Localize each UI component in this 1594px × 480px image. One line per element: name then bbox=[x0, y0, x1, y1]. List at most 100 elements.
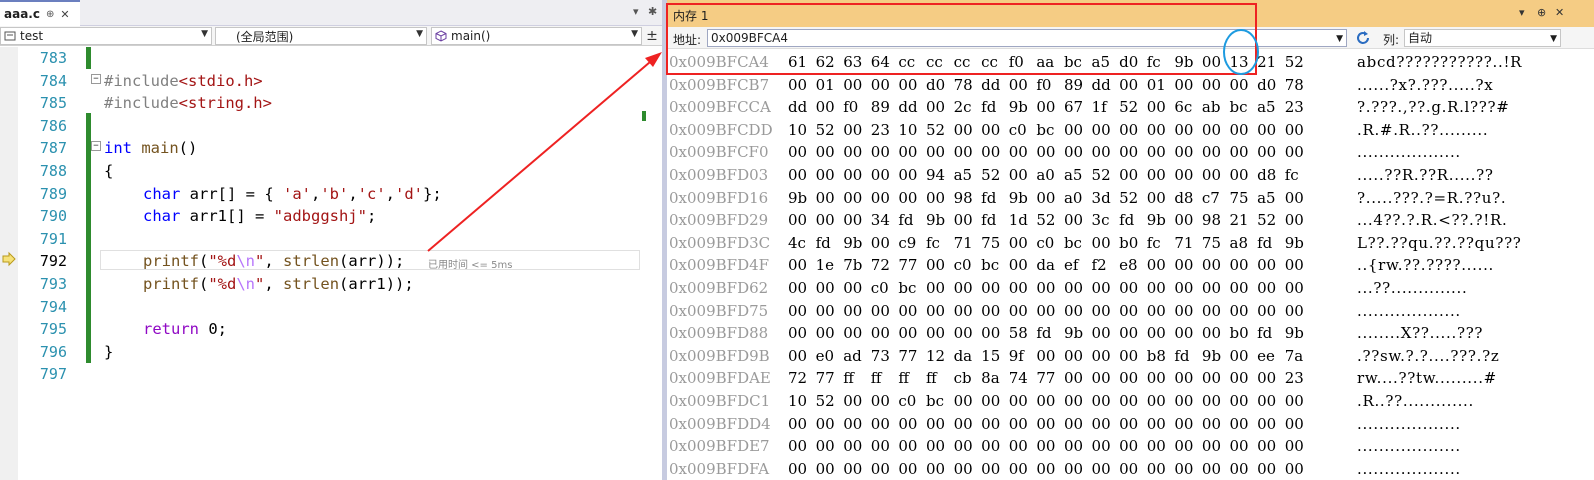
memory-byte[interactable]: 00 bbox=[1064, 279, 1092, 297]
memory-byte[interactable]: 9b bbox=[926, 211, 954, 229]
memory-byte[interactable]: 52 bbox=[1257, 211, 1285, 229]
memory-byte[interactable]: 00 bbox=[1174, 279, 1202, 297]
window-menu-dropdown-icon[interactable]: ▾ bbox=[1519, 6, 1525, 19]
memory-row[interactable]: 0x009BFD4F 00 1e 7b 72 77 00 c0 bc 00 da ef f2 e8 00 00… bbox=[667, 254, 1594, 277]
memory-byte[interactable]: 00 bbox=[1119, 76, 1147, 94]
memory-byte[interactable]: 00 bbox=[1174, 369, 1202, 387]
memory-byte[interactable]: bc bbox=[1064, 234, 1092, 252]
memory-byte[interactable]: 00 bbox=[1092, 279, 1120, 297]
memory-byte[interactable]: c0 bbox=[871, 279, 899, 297]
memory-row[interactable]: 0x009BFCCA dd 00 f0 89 dd 00 2c fd 9b 00 67 1f 52 00 6c… bbox=[667, 96, 1594, 119]
memory-byte[interactable]: 00 bbox=[1119, 415, 1147, 433]
memory-byte[interactable]: d8 bbox=[1257, 166, 1285, 184]
code-line[interactable]: 796 } bbox=[0, 341, 662, 364]
memory-byte[interactable]: 00 bbox=[926, 256, 954, 274]
memory-byte[interactable]: c0 bbox=[1036, 234, 1064, 252]
memory-byte[interactable]: 00 bbox=[843, 166, 871, 184]
memory-byte[interactable]: 00 bbox=[926, 460, 954, 478]
memory-byte[interactable]: 00 bbox=[1230, 121, 1258, 139]
memory-row-ascii[interactable]: rw....??tw.........# bbox=[1357, 369, 1497, 387]
memory-byte[interactable]: 00 bbox=[871, 460, 899, 478]
memory-byte[interactable]: c7 bbox=[1202, 189, 1230, 207]
memory-row-ascii[interactable]: .R.#.R..??......... bbox=[1357, 121, 1488, 139]
memory-byte[interactable]: 00 bbox=[1174, 302, 1202, 320]
memory-byte[interactable]: 23 bbox=[1285, 369, 1313, 387]
memory-byte[interactable]: c0 bbox=[898, 392, 926, 410]
memory-byte[interactable]: 00 bbox=[1064, 302, 1092, 320]
memory-row[interactable]: 0x009BFDE7 00 00 00 00 00 00 00 00 00 00 00 00 00 00 00… bbox=[667, 435, 1594, 458]
memory-byte[interactable]: 52 bbox=[1285, 53, 1313, 71]
memory-byte[interactable]: d8 bbox=[1174, 189, 1202, 207]
memory-byte[interactable]: 4c bbox=[788, 234, 816, 252]
memory-byte[interactable]: 00 bbox=[1064, 121, 1092, 139]
memory-byte[interactable]: 00 bbox=[1119, 460, 1147, 478]
memory-byte[interactable]: 00 bbox=[981, 415, 1009, 433]
memory-byte[interactable]: 00 bbox=[1064, 415, 1092, 433]
chevron-down-icon[interactable]: ▼ bbox=[1336, 31, 1343, 47]
memory-byte[interactable]: 00 bbox=[1036, 460, 1064, 478]
memory-byte[interactable]: 00 bbox=[788, 211, 816, 229]
memory-byte[interactable]: cc bbox=[981, 53, 1009, 71]
memory-byte[interactable]: fc bbox=[1147, 234, 1175, 252]
memory-row-ascii[interactable]: ................... bbox=[1357, 302, 1461, 320]
memory-byte[interactable]: 00 bbox=[871, 392, 899, 410]
memory-byte[interactable]: 00 bbox=[1119, 143, 1147, 161]
memory-byte[interactable]: 00 bbox=[898, 460, 926, 478]
memory-byte[interactable]: 00 bbox=[1119, 347, 1147, 365]
perf-tip[interactable]: 已用时间 <= 5ms bbox=[428, 256, 512, 271]
memory-byte[interactable]: cb bbox=[954, 369, 982, 387]
memory-byte[interactable]: fd bbox=[898, 211, 926, 229]
memory-byte[interactable]: 1f bbox=[1092, 98, 1120, 116]
memory-row[interactable]: 0x009BFCA4 61 62 63 64 cc cc cc cc f0 aa bc a5 d0 fc 9b… bbox=[667, 51, 1594, 74]
memory-row-ascii[interactable]: .....??R.??R.....?? bbox=[1357, 166, 1494, 184]
memory-byte[interactable]: 00 bbox=[1036, 302, 1064, 320]
memory-byte[interactable]: 00 bbox=[954, 437, 982, 455]
memory-byte[interactable]: 00 bbox=[788, 279, 816, 297]
memory-byte[interactable]: 00 bbox=[1119, 324, 1147, 342]
memory-byte[interactable]: 00 bbox=[816, 211, 844, 229]
memory-byte[interactable]: 8a bbox=[981, 369, 1009, 387]
memory-byte[interactable]: 00 bbox=[871, 302, 899, 320]
memory-byte[interactable]: 00 bbox=[1147, 392, 1175, 410]
memory-byte[interactable]: 73 bbox=[871, 347, 899, 365]
memory-byte[interactable]: 00 bbox=[1147, 143, 1175, 161]
memory-byte[interactable]: a5 bbox=[954, 166, 982, 184]
memory-byte[interactable]: 00 bbox=[898, 302, 926, 320]
memory-byte[interactable]: 52 bbox=[816, 121, 844, 139]
code-line[interactable]: 795 return 0; bbox=[0, 318, 662, 341]
memory-byte[interactable]: 21 bbox=[1230, 211, 1258, 229]
memory-byte[interactable]: 00 bbox=[1147, 256, 1175, 274]
memory-byte[interactable]: 00 bbox=[843, 415, 871, 433]
memory-byte[interactable]: 00 bbox=[816, 437, 844, 455]
memory-byte[interactable]: 00 bbox=[954, 143, 982, 161]
memory-byte[interactable]: ff bbox=[926, 369, 954, 387]
memory-byte[interactable]: dd bbox=[788, 98, 816, 116]
memory-byte[interactable]: fc bbox=[926, 234, 954, 252]
memory-byte[interactable]: b0 bbox=[1230, 324, 1258, 342]
memory-byte[interactable]: 00 bbox=[1147, 437, 1175, 455]
memory-byte[interactable]: 52 bbox=[1036, 211, 1064, 229]
address-input[interactable]: 0x009BFCA4 ▼ bbox=[707, 29, 1347, 47]
memory-byte[interactable]: 00 bbox=[816, 324, 844, 342]
memory-byte[interactable]: 00 bbox=[1230, 302, 1258, 320]
code-line[interactable]: 797 bbox=[0, 363, 662, 386]
memory-byte[interactable]: 00 bbox=[816, 189, 844, 207]
memory-byte[interactable]: a5 bbox=[1092, 53, 1120, 71]
memory-byte[interactable]: 67 bbox=[1064, 98, 1092, 116]
memory-byte[interactable]: 9b bbox=[1147, 211, 1175, 229]
memory-byte[interactable]: 00 bbox=[1036, 143, 1064, 161]
memory-byte[interactable]: 00 bbox=[871, 437, 899, 455]
memory-byte[interactable]: 00 bbox=[1230, 76, 1258, 94]
memory-byte[interactable]: dd bbox=[1092, 76, 1120, 94]
memory-byte[interactable]: 00 bbox=[1036, 415, 1064, 433]
memory-byte[interactable]: 00 bbox=[898, 143, 926, 161]
code-line-current[interactable]: 792 printf("%d\n", strlen(arr)); bbox=[0, 250, 662, 273]
memory-byte[interactable]: 77 bbox=[898, 347, 926, 365]
memory-byte[interactable]: 00 bbox=[1202, 302, 1230, 320]
memory-byte[interactable]: 00 bbox=[981, 437, 1009, 455]
memory-byte[interactable]: 00 bbox=[1285, 415, 1313, 433]
memory-byte[interactable]: 00 bbox=[1036, 189, 1064, 207]
memory-byte[interactable]: 00 bbox=[1202, 392, 1230, 410]
code-line[interactable]: 789 char arr[] = { 'a','b','c','d'}; bbox=[0, 183, 662, 206]
memory-row[interactable]: 0x009BFD29 00 00 00 34 fd 9b 00 fd 1d 52 00 3c fd 9b 00… bbox=[667, 209, 1594, 232]
